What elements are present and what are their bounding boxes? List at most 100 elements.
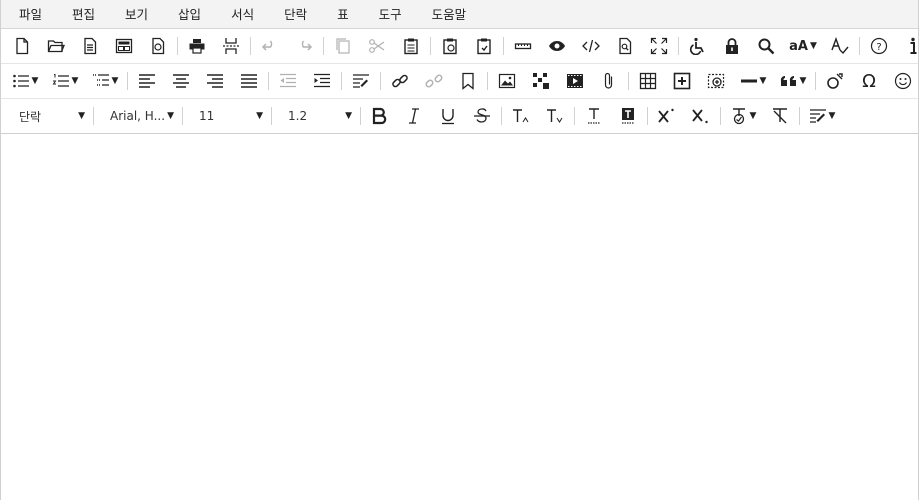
bold-button[interactable] — [363, 101, 397, 131]
unlink-button[interactable] — [417, 66, 451, 96]
menu-paragraph[interactable]: 단락 — [272, 0, 319, 29]
undo-button[interactable] — [253, 31, 287, 61]
clear-format-button[interactable] — [763, 101, 797, 131]
emoji-button[interactable] — [886, 66, 920, 96]
ruler-button[interactable] — [506, 31, 540, 61]
align-justify-button[interactable] — [232, 66, 266, 96]
font-size-button[interactable]: aA ▼ — [783, 31, 823, 61]
background-color-button[interactable] — [611, 101, 645, 131]
info-button[interactable] — [896, 31, 920, 61]
strikethrough-icon — [474, 108, 490, 123]
format-block-button[interactable] — [344, 66, 378, 96]
strikethrough-button[interactable] — [465, 101, 499, 131]
redo-button[interactable] — [287, 31, 321, 61]
clear-format-icon — [773, 108, 787, 124]
attachment-button[interactable] — [592, 66, 626, 96]
text-style-button[interactable]: ▼ — [723, 101, 763, 131]
unlink-icon — [425, 74, 443, 88]
copy-button[interactable] — [326, 31, 360, 61]
image-button[interactable] — [490, 66, 524, 96]
chevron-down-icon: ▼ — [749, 111, 757, 121]
italic-button[interactable] — [397, 101, 431, 131]
font-family-select[interactable]: Arial, H... ▼ — [96, 101, 180, 131]
align-left-button[interactable] — [130, 66, 164, 96]
find-button[interactable] — [608, 31, 642, 61]
print-button[interactable] — [180, 31, 214, 61]
text-color-button[interactable] — [577, 101, 611, 131]
new-document-button[interactable] — [5, 31, 39, 61]
menu-view[interactable]: 보기 — [113, 0, 160, 29]
horizontal-rule-button[interactable]: ▼ — [733, 66, 773, 96]
text-style-icon — [732, 108, 745, 125]
multilevel-list-button[interactable]: ▼ — [85, 66, 125, 96]
video-button[interactable] — [558, 66, 592, 96]
numbered-list-button[interactable]: ▼ — [45, 66, 85, 96]
align-center-button[interactable] — [164, 66, 198, 96]
bullet-list-button[interactable]: ▼ — [5, 66, 45, 96]
chevron-down-icon: ▼ — [256, 111, 263, 121]
menu-insert[interactable]: 삽입 — [166, 0, 213, 29]
superscript-button[interactable] — [650, 101, 684, 131]
preview-button[interactable] — [540, 31, 574, 61]
menu-help[interactable]: 도움말 — [420, 0, 479, 29]
separator — [360, 107, 361, 125]
separator — [182, 107, 183, 125]
table-button[interactable] — [631, 66, 665, 96]
indent-button[interactable] — [305, 66, 339, 96]
editor-window: 파일 편집 보기 삽입 서식 단락 표 도구 도움말 aA ▼ ? ▼ ▼ ▼ … — [0, 0, 919, 500]
subscript-button[interactable] — [684, 101, 718, 131]
chevron-down-icon: ▼ — [71, 76, 79, 86]
outdent-button[interactable] — [271, 66, 305, 96]
omega-button[interactable]: Ω — [852, 66, 886, 96]
quote-button[interactable]: ▼ — [773, 66, 813, 96]
font-size-select[interactable]: 11 ▼ — [185, 101, 269, 131]
special-char-button[interactable] — [818, 66, 852, 96]
spellcheck-button[interactable] — [823, 31, 857, 61]
chevron-down-icon: ▼ — [31, 76, 39, 86]
separator — [799, 107, 800, 125]
paste-word-button[interactable] — [467, 31, 501, 61]
menu-format[interactable]: 서식 — [219, 0, 266, 29]
search-button[interactable] — [749, 31, 783, 61]
menu-file[interactable]: 파일 — [7, 0, 54, 29]
print-icon — [189, 39, 205, 54]
ruler-icon — [514, 43, 532, 50]
separator — [250, 37, 251, 55]
bookmark-button[interactable] — [451, 66, 485, 96]
search-icon — [758, 38, 775, 55]
text-decrease-button[interactable] — [538, 101, 572, 131]
line-height-select[interactable]: 1.2 ▼ — [274, 101, 358, 131]
restore-button[interactable] — [141, 31, 175, 61]
code-button[interactable] — [574, 31, 608, 61]
template-button[interactable] — [73, 31, 107, 61]
link-button[interactable] — [383, 66, 417, 96]
format-painter-button[interactable]: ▼ — [802, 101, 842, 131]
menu-edit[interactable]: 편집 — [60, 0, 107, 29]
open-button[interactable] — [39, 31, 73, 61]
page-break-icon — [223, 38, 239, 54]
accessibility-button[interactable] — [681, 31, 715, 61]
lock-button[interactable] — [715, 31, 749, 61]
paste-text-button[interactable] — [433, 31, 467, 61]
editor-content-area[interactable] — [1, 134, 918, 500]
separator — [487, 72, 488, 90]
menubar: 파일 편집 보기 삽입 서식 단락 표 도구 도움말 — [1, 0, 918, 29]
underline-button[interactable] — [431, 101, 465, 131]
separator — [177, 37, 178, 55]
paste-button[interactable] — [394, 31, 428, 61]
paragraph-select[interactable]: 단락 ▼ — [5, 101, 91, 131]
menu-tools[interactable]: 도구 — [367, 0, 414, 29]
insert-row-button[interactable] — [665, 66, 699, 96]
align-right-button[interactable] — [198, 66, 232, 96]
layout-button[interactable] — [107, 31, 141, 61]
image-map-button[interactable] — [524, 66, 558, 96]
page-break-button[interactable] — [214, 31, 248, 61]
separator — [501, 107, 502, 125]
fullscreen-button[interactable] — [642, 31, 676, 61]
svg-text:?: ? — [876, 42, 881, 53]
menu-table[interactable]: 표 — [325, 0, 361, 29]
help-button[interactable]: ? — [862, 31, 896, 61]
text-increase-button[interactable] — [504, 101, 538, 131]
cut-button[interactable] — [360, 31, 394, 61]
insert-object-button[interactable] — [699, 66, 733, 96]
